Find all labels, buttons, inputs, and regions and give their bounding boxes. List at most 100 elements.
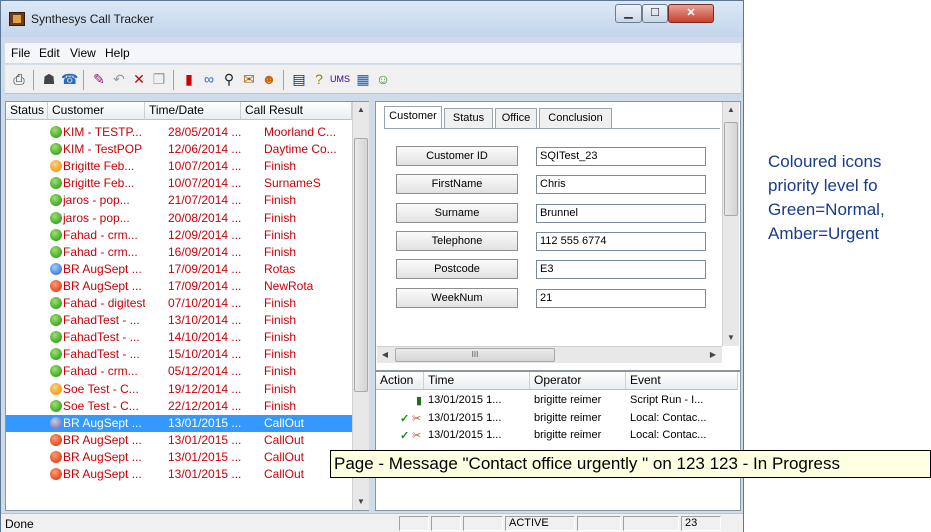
field-value-input[interactable]: E3 [536, 260, 706, 280]
menu-view[interactable]: View [70, 46, 96, 60]
field-label-button[interactable]: FirstName [396, 174, 518, 195]
call-result-cell: Moorland C... [264, 125, 337, 139]
call-row[interactable]: FahadTest - ... 14/10/2014 ... Finish [6, 329, 352, 346]
log-row[interactable]: ✓ ✂ 13/01/2015 1... brigitte reimer Local: C… [376, 428, 736, 445]
window-title: Synthesys Call Tracker [31, 12, 154, 26]
status-pane [431, 516, 461, 531]
field-value-input[interactable]: 112 555 6774 [536, 231, 706, 251]
call-row[interactable]: Fahad - crm... 05/12/2014 ... Finish [6, 363, 352, 380]
field-value-input[interactable]: SQITest_23 [536, 147, 706, 166]
call-row[interactable]: Soe Test - C... 22/12/2014 ... Finish [6, 398, 352, 415]
call-row[interactable]: BR AugSept ... 13/01/2015 ... CallOut [6, 414, 352, 432]
call-row[interactable]: BR AugSept ... 17/09/2014 ... Rotas [6, 261, 352, 278]
maximize-button[interactable]: ☐ [642, 4, 668, 23]
call-row[interactable]: jaros - pop... 21/07/2014 ... Finish [6, 192, 352, 209]
call-row[interactable]: Fahad - crm... 12/09/2014 ... Finish [6, 227, 352, 244]
undo-icon[interactable]: ↶ [111, 71, 127, 87]
call-row[interactable]: BR AugSept ... 17/09/2014 ... NewRota [6, 278, 352, 295]
call-row[interactable]: BR AugSept ... 13/01/2015 ... CallOut [6, 466, 352, 483]
call-row[interactable]: Fahad - digitest 07/10/2014 ... Finish [6, 295, 352, 312]
menu-edit[interactable]: Edit [39, 46, 60, 60]
col-header-status[interactable]: Status [6, 102, 48, 120]
field-label-button[interactable]: WeekNum [396, 287, 518, 308]
menu-file[interactable]: File [11, 46, 30, 60]
call-row[interactable]: Soe Test - C... 19/12/2014 ... Finish [6, 381, 352, 398]
tab-status[interactable]: Status [444, 108, 493, 128]
call-row[interactable]: BR AugSept ... 13/01/2015 ... CallOut [6, 449, 352, 466]
call-row[interactable]: BR AugSept ... 13/01/2015 ... CallOut [6, 432, 352, 449]
scroll-right-arrow-icon[interactable]: ▶ [705, 347, 721, 363]
log-row[interactable]: ✓ ✂ 13/01/2015 1... brigitte reimer Local: C… [376, 411, 736, 428]
col-header-operator[interactable]: Operator [530, 372, 626, 390]
print-icon[interactable]: ⎙ [11, 71, 27, 87]
event-log[interactable]: Action Time Operator Event ▮ 13/01/2015 1… [375, 371, 741, 511]
field-value-input[interactable]: 21 [536, 288, 706, 308]
field-label-button[interactable]: Surname [396, 202, 518, 223]
call-row[interactable]: jaros - pop... 20/08/2014 ... Finish [6, 210, 352, 227]
toolbar-separator [33, 70, 34, 90]
copy-icon[interactable]: ❐ [151, 71, 167, 87]
scroll-down-arrow-icon[interactable]: ▼ [353, 494, 369, 510]
log-time-cell: 13/01/2015 1... [428, 411, 502, 424]
field-value-input[interactable]: Brunnel [536, 203, 706, 223]
user-search-icon[interactable]: ☻ [261, 71, 277, 87]
close-button[interactable]: ✕ [668, 4, 714, 23]
phone-book-icon[interactable]: ☎ [61, 71, 78, 87]
menu-bar: File Edit View Help [5, 43, 741, 63]
log-row[interactable]: ▮ 13/01/2015 1... brigitte reimer Script Ru… [376, 393, 736, 410]
book-icon[interactable]: ▤ [291, 71, 307, 87]
call-row[interactable]: Fahad - crm... 16/09/2014 ... Finish [6, 244, 352, 261]
call-list[interactable]: Status Customer Time/Date Call Result KI… [5, 101, 369, 511]
people-icon[interactable]: ☺ [375, 71, 391, 87]
call-time-cell: 19/12/2014 ... [168, 381, 242, 396]
traffic-light-icon[interactable]: ▮ [181, 71, 197, 87]
call-row[interactable]: Brigitte Feb... 10/07/2014 ... SurnameS [6, 175, 352, 192]
delete-icon[interactable]: ✕ [131, 71, 147, 87]
calendar-icon[interactable]: ▦ [355, 71, 371, 87]
magnify-icon[interactable]: ⚲ [221, 71, 237, 87]
tab-conclusion[interactable]: Conclusion [539, 108, 612, 128]
search-person-icon[interactable]: ☗ [41, 71, 57, 87]
ums-icon[interactable]: UMS [329, 71, 351, 87]
green-status-icon [50, 194, 62, 207]
call-row[interactable]: Brigitte Feb... 10/07/2014 ... Finish [6, 158, 352, 175]
edit-icon[interactable]: ✎ [91, 71, 107, 87]
call-customer-cell: Fahad - crm... [63, 227, 138, 242]
col-header-customer[interactable]: Customer [48, 102, 145, 120]
scroll-thumb[interactable] [354, 138, 368, 392]
title-bar[interactable]: Synthesys Call Tracker ▁ ☐ ✕ [1, 1, 743, 37]
call-result-cell: NewRota [264, 278, 314, 293]
help-icon[interactable]: ? [311, 71, 327, 87]
contact-icon: ✂ [412, 412, 422, 425]
scroll-up-arrow-icon[interactable]: ▲ [353, 102, 369, 118]
field-label-button[interactable]: Postcode [396, 259, 518, 280]
call-row[interactable]: KIM - TestPOP 12/06/2014 ... Daytime Co... [6, 141, 352, 158]
notes-icon[interactable]: ✉ [241, 71, 257, 87]
scroll-thumb[interactable] [724, 122, 738, 216]
call-row[interactable]: FahadTest - ... 15/10/2014 ... Finish [6, 346, 352, 363]
scroll-up-arrow-icon[interactable]: ▲ [723, 102, 739, 118]
field-value-input[interactable]: Chris [536, 175, 706, 195]
menu-help[interactable]: Help [105, 46, 130, 60]
tab-customer[interactable]: Customer [384, 106, 442, 129]
traffic-light-icon: ▮ [416, 395, 423, 407]
details-hscrollbar[interactable]: ◀ III ▶ [377, 346, 722, 363]
call-row[interactable]: KIM - TESTP... 28/05/2014 ... Moorland C..… [6, 124, 352, 141]
col-header-action[interactable]: Action [376, 372, 424, 390]
hscroll-thumb[interactable]: III [395, 348, 555, 362]
link-icon[interactable]: ∞ [201, 71, 217, 87]
details-scrollbar[interactable]: ▲ ▼ [722, 102, 739, 346]
minimize-button[interactable]: ▁ [615, 4, 642, 23]
tab-office[interactable]: Office [495, 108, 537, 128]
call-list-scrollbar[interactable]: ▲ ▼ [352, 102, 369, 510]
col-header-time[interactable]: Time [424, 372, 530, 390]
field-label-button[interactable]: Customer ID [396, 146, 518, 166]
call-row[interactable]: FahadTest - ... 13/10/2014 ... Finish [6, 312, 352, 329]
call-result-cell: Finish [264, 364, 297, 379]
scroll-left-arrow-icon[interactable]: ◀ [377, 347, 393, 363]
col-header-time-date[interactable]: Time/Date [145, 102, 241, 120]
scroll-down-arrow-icon[interactable]: ▼ [723, 330, 739, 346]
col-header-call-result[interactable]: Call Result [241, 102, 352, 120]
col-header-event[interactable]: Event [626, 372, 738, 390]
field-label-button[interactable]: Telephone [396, 230, 518, 251]
